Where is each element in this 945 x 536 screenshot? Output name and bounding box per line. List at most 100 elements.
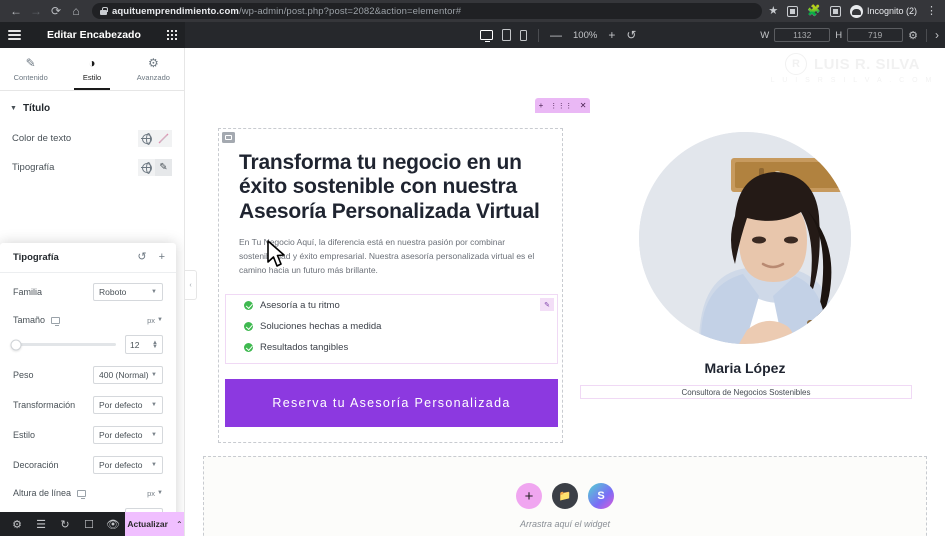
zoom-in-button[interactable]: +	[608, 29, 615, 41]
typography-edit-icon[interactable]: ✎	[155, 159, 172, 176]
update-button[interactable]: Actualizar ⌃	[125, 512, 184, 536]
hero-heading[interactable]: Transforma tu negocio en un éxito sosten…	[219, 129, 562, 224]
apps-grid-icon[interactable]	[166, 29, 177, 41]
transformacion-value: Por defecto	[99, 400, 143, 410]
elementor-panel: ✎ Contenido ◑ Estilo ⚙ Avanzado ▼ Título…	[0, 48, 185, 536]
person-name[interactable]: Maria López	[580, 360, 910, 376]
tamano-value: 12	[130, 339, 140, 350]
layers-icon[interactable]: ☰	[29, 512, 53, 536]
expand-panel-icon[interactable]: ›	[935, 28, 939, 42]
field-tamano-header: Tamaño px ▼	[0, 307, 176, 333]
section-titulo-header[interactable]: ▼ Título	[0, 91, 184, 124]
incognito-indicator[interactable]: Incognito (2)	[849, 4, 917, 18]
tablet-icon[interactable]	[502, 29, 511, 41]
editor-canvas: R LUIS R. SILVA L U I S R S I L V A . C …	[185, 48, 945, 536]
list-item[interactable]: Resultados tangibles	[226, 337, 557, 358]
section-toolbar[interactable]: + ⋮⋮⋮ ✕	[535, 98, 590, 113]
hamburger-icon[interactable]	[8, 30, 21, 40]
preview-icon[interactable]: 👁	[101, 512, 125, 536]
widget-handle-icon[interactable]	[222, 132, 235, 143]
bookmark-star-icon[interactable]: ★	[768, 5, 778, 17]
monitor-icon[interactable]	[51, 316, 61, 326]
slider-knob[interactable]	[10, 339, 22, 350]
peso-select[interactable]: 400 (Normal) ▼	[93, 366, 163, 384]
check-circle-icon	[244, 301, 253, 310]
monitor-icon[interactable]	[77, 489, 87, 499]
home-icon[interactable]: ⌂	[66, 1, 86, 21]
chevron-down-icon: ▼	[151, 372, 157, 378]
elementor-topbar-right: — 100% + ↺ W 1132 H 719 ⚙ ›	[185, 22, 945, 48]
watermark-sub: L U I S R S I L V A . C O M	[770, 77, 935, 84]
update-label: Actualizar	[127, 519, 168, 529]
tamano-slider[interactable]	[10, 339, 116, 350]
browser-menu-icon[interactable]: ⋮	[926, 6, 937, 17]
feature-list[interactable]: ✎ Asesoría a tu ritmo Soluciones hechas …	[225, 294, 558, 364]
tamano-input[interactable]: 12 ▲ ▼	[125, 335, 163, 354]
height-label: H	[835, 29, 843, 41]
height-input[interactable]: 719	[847, 28, 904, 42]
zoom-out-button[interactable]: —	[550, 29, 562, 41]
tab-contenido[interactable]: ✎ Contenido	[0, 48, 61, 90]
zoom-reset-icon[interactable]: ↺	[626, 29, 636, 41]
reset-icon[interactable]: ↺	[137, 252, 146, 263]
address-bar[interactable]: aquituemprendimiento.com/wp-admin/post.p…	[92, 3, 763, 19]
add-widget-button[interactable]: +	[516, 483, 542, 509]
estilo-select[interactable]: Por defecto ▼	[93, 426, 163, 444]
field-label: Decoración	[13, 460, 59, 470]
tab-label: Contenido	[13, 72, 48, 82]
settings-icon[interactable]: ⚙	[5, 512, 29, 536]
feature-list-edit-icon[interactable]: ✎	[540, 298, 554, 311]
drop-zone-buttons: + 📁 S	[516, 483, 614, 509]
list-item-label: Resultados tangibles	[260, 342, 349, 353]
section-title: Título	[22, 103, 51, 114]
familia-select[interactable]: Roboto ▼	[93, 283, 163, 301]
panel-footer: ⚙ ☰ ↻ ☐ 👁 Actualizar ⌃	[0, 512, 184, 536]
transformacion-select[interactable]: Por defecto ▼	[93, 396, 163, 414]
tamano-slider-row: 12 ▲ ▼	[0, 333, 176, 360]
hero-section: Transforma tu negocio en un éxito sosten…	[185, 110, 945, 443]
sidepanel-icon[interactable]	[829, 5, 841, 17]
canvas-settings-icon[interactable]: ⚙	[908, 29, 918, 42]
tamano-unit-selector[interactable]: px ▼	[147, 316, 163, 325]
add-icon[interactable]: +	[159, 252, 165, 263]
panel-collapse-button[interactable]: ‹	[185, 270, 197, 300]
widget-drop-zone[interactable]: + 📁 S Arrastra aquí el widget	[203, 456, 927, 536]
forward-arrow-icon[interactable]: →	[26, 1, 46, 21]
width-input[interactable]: 1132	[774, 28, 831, 42]
hero-left-column[interactable]: Transforma tu negocio en un éxito sosten…	[218, 128, 563, 443]
template-button[interactable]: S	[588, 483, 614, 509]
desktop-icon[interactable]	[480, 30, 493, 43]
globe-icon[interactable]	[138, 159, 155, 176]
list-item[interactable]: Asesoría a tu ritmo	[226, 295, 557, 316]
mobile-icon[interactable]	[520, 29, 527, 41]
puzzle-extension-icon[interactable]: 🧩	[807, 5, 821, 17]
back-arrow-icon[interactable]: ←	[6, 1, 26, 21]
delete-section-icon[interactable]: ✕	[580, 101, 587, 110]
globe-icon[interactable]	[138, 130, 155, 147]
cta-button[interactable]: Reserva tu Asesoría Personalizada	[225, 379, 558, 427]
panel-tabs: ✎ Contenido ◑ Estilo ⚙ Avanzado	[0, 48, 184, 91]
responsive-icon[interactable]: ☐	[77, 512, 101, 536]
watermark: R LUIS R. SILVA L U I S R S I L V A . C …	[765, 53, 940, 84]
person-role: Consultora de Negocios Sostenibles	[681, 387, 811, 397]
folder-button[interactable]: 📁	[552, 483, 578, 509]
list-item[interactable]: Soluciones hechas a medida	[226, 316, 557, 337]
extension-icon[interactable]	[787, 5, 799, 17]
tab-estilo[interactable]: ◑ Estilo	[61, 48, 122, 90]
field-altura-linea-header: Altura de línea px ▼	[0, 480, 176, 506]
field-estilo: Estilo Por defecto ▼	[0, 420, 176, 450]
reload-icon[interactable]: ⟳	[46, 1, 66, 21]
unit-label: px	[147, 488, 156, 498]
tab-avanzado[interactable]: ⚙ Avanzado	[123, 48, 184, 90]
person-photo[interactable]	[639, 132, 851, 344]
decoracion-select[interactable]: Por defecto ▼	[93, 456, 163, 474]
color-swatch-button[interactable]	[155, 130, 172, 147]
stepper-icon[interactable]: ▲ ▼	[152, 340, 158, 350]
person-role-box[interactable]: Consultora de Negocios Sostenibles	[580, 385, 912, 399]
altura-linea-unit-selector[interactable]: px ▼	[147, 489, 163, 498]
add-section-icon[interactable]: +	[539, 101, 544, 110]
drag-section-icon[interactable]: ⋮⋮⋮	[550, 102, 573, 110]
history-icon[interactable]: ↻	[53, 512, 77, 536]
hero-right-column: Maria López Consultora de Negocios Soste…	[580, 132, 912, 399]
contrast-icon: ◑	[88, 55, 96, 70]
